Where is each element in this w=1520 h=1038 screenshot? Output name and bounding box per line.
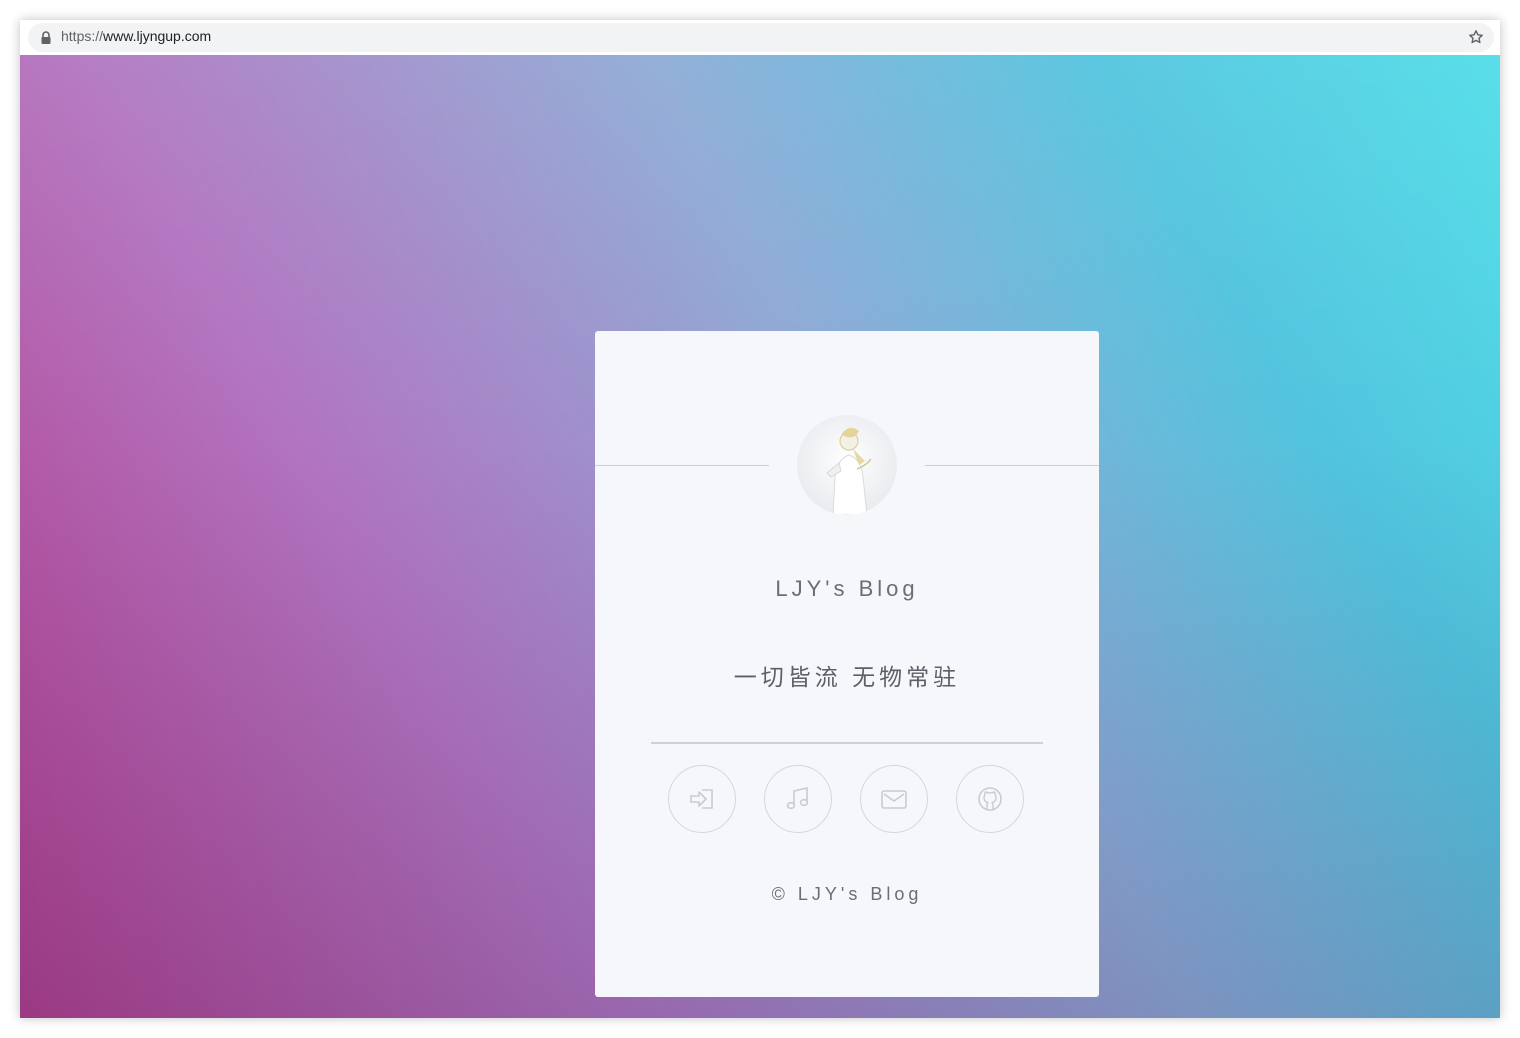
card-divider xyxy=(651,742,1043,744)
music-icon xyxy=(786,786,809,810)
card-rule-right xyxy=(925,465,1099,466)
github-button[interactable] xyxy=(956,765,1024,833)
card-rule-left xyxy=(595,465,769,466)
address-bar[interactable]: https://www.ljyngup.com xyxy=(28,23,1494,52)
music-button[interactable] xyxy=(764,765,832,833)
page-background: LJY's Blog 一切皆流 无物常驻 © LJY's Blog xyxy=(20,55,1500,1018)
lock-icon xyxy=(41,31,51,44)
mail-button[interactable] xyxy=(860,765,928,833)
card-footer: © LJY's Blog xyxy=(771,884,923,904)
site-title: LJY's Blog xyxy=(775,576,919,601)
profile-card: LJY's Blog 一切皆流 无物常驻 © LJY's Blog xyxy=(595,331,1099,997)
github-icon xyxy=(978,787,1002,811)
login-icon xyxy=(690,789,713,809)
url-host: www.ljyngup.com xyxy=(103,28,212,44)
avatar-illustration xyxy=(826,427,872,515)
browser-toolbar: https://www.ljyngup.com xyxy=(20,20,1500,55)
url-text[interactable]: https://www.ljyngup.com xyxy=(61,28,211,44)
browser-window: https://www.ljyngup.com LJY's Blog 一切皆流 … xyxy=(20,20,1500,1018)
mail-icon xyxy=(881,790,907,809)
url-scheme: https:// xyxy=(61,28,104,44)
login-button[interactable] xyxy=(668,765,736,833)
bookmark-star-icon[interactable] xyxy=(1468,29,1484,45)
avatar[interactable] xyxy=(797,415,897,515)
site-tagline: 一切皆流 无物常驻 xyxy=(733,664,961,690)
